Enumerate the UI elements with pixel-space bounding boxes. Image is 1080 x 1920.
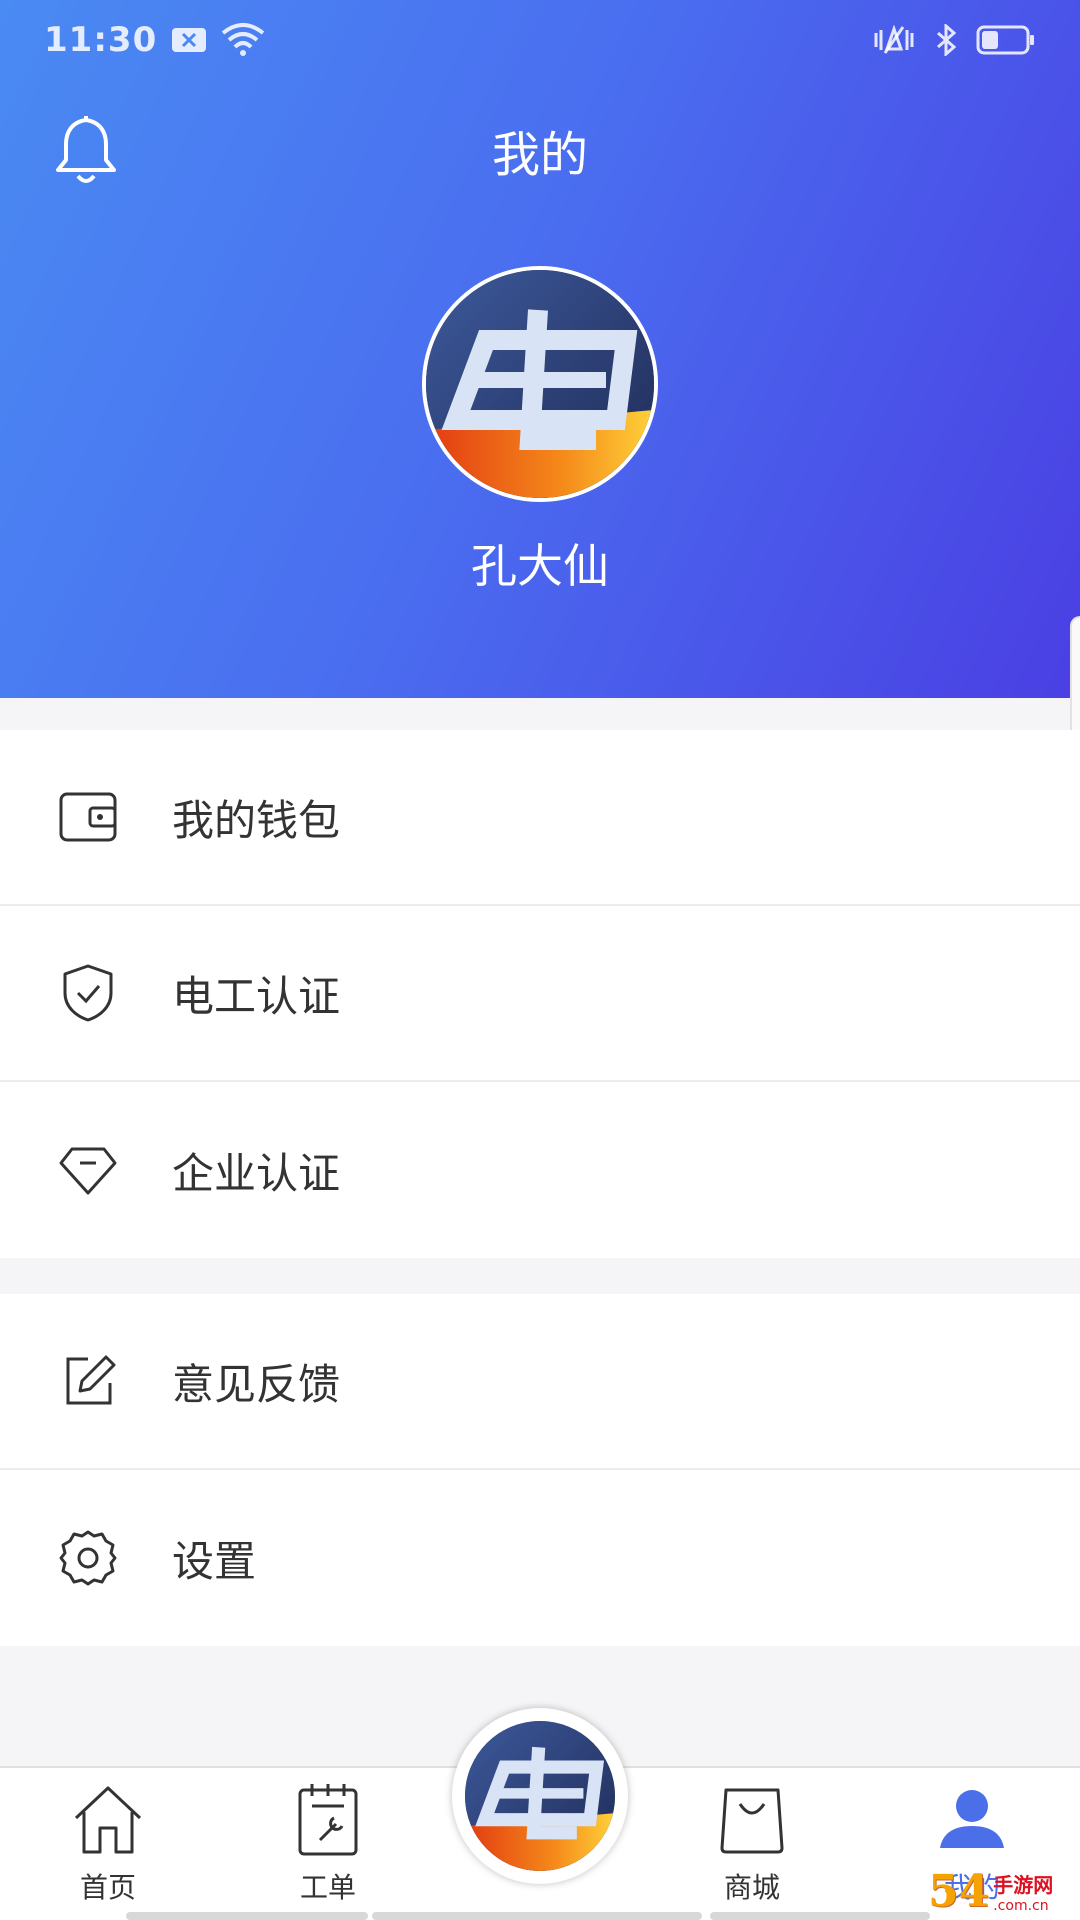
menu-label-settings: 设置 <box>172 1536 257 1586</box>
system-nav-indicator-left <box>126 1912 368 1920</box>
menu-label-wallet: 我的钱包 <box>172 795 341 845</box>
center-action-button[interactable] <box>452 1708 628 1884</box>
shopping-bag-icon <box>720 1788 784 1854</box>
vibrate-icon <box>874 25 914 54</box>
wifi-icon <box>221 23 265 56</box>
menu-label-electrician-cert: 电工认证 <box>172 971 341 1021</box>
home-icon <box>74 1786 142 1854</box>
bluetooth-icon <box>937 24 957 56</box>
watermark-url: .com.cn <box>993 1897 1049 1914</box>
page-title: 我的 <box>491 127 588 183</box>
watermark-number: 54 <box>928 1865 990 1917</box>
status-bar: 11:30 <box>0 0 1080 80</box>
edit-icon <box>58 1351 118 1411</box>
watermark-cn: 手游网 <box>993 1872 1054 1897</box>
avatar[interactable] <box>422 266 658 502</box>
battery-icon <box>976 25 1034 55</box>
menu-item-settings[interactable]: 设置 <box>0 1470 1080 1646</box>
wallet-icon <box>58 787 118 847</box>
diamond-icon <box>58 1140 118 1200</box>
menu-item-enterprise-cert[interactable]: 企业认证 <box>0 1082 1080 1258</box>
tab-home[interactable]: 首页 <box>28 1768 188 1920</box>
tab-label-mall: 商城 <box>723 1871 780 1904</box>
menu-item-feedback[interactable]: 意见反馈 <box>0 1294 1080 1470</box>
center-logo <box>465 1721 615 1871</box>
menu-group-account: 我的钱包 电工认证 企业认证 <box>0 730 1080 1258</box>
tab-label-home: 首页 <box>79 1871 136 1904</box>
menu-item-electrician-cert[interactable]: 电工认证 <box>0 906 1080 1082</box>
username: 孔大仙 <box>471 539 609 593</box>
tab-work-order[interactable]: 工单 <box>248 1768 408 1920</box>
status-time: 11:30 <box>44 20 158 60</box>
watermark-logo: 54 手游网 .com.cn <box>928 1862 1080 1920</box>
tab-mall[interactable]: 商城 <box>672 1768 832 1920</box>
shield-check-icon <box>58 963 118 1023</box>
work-order-icon <box>298 1784 358 1856</box>
menu-label-feedback: 意见反馈 <box>172 1359 341 1409</box>
menu-item-wallet[interactable]: 我的钱包 <box>0 730 1080 906</box>
user-icon <box>940 1790 1004 1848</box>
menu-label-enterprise-cert: 企业认证 <box>172 1148 341 1198</box>
gear-icon <box>58 1528 118 1588</box>
menu-group-other: 意见反馈 设置 <box>0 1294 1080 1646</box>
notification-close-icon <box>172 28 207 52</box>
profile-header: 11:30 我的 孔大仙 <box>0 0 1080 698</box>
app-logo-icon <box>426 270 654 498</box>
tab-label-work-order: 工单 <box>299 1871 356 1904</box>
system-nav-indicator-right <box>710 1912 930 1920</box>
app-logo-icon <box>465 1721 615 1871</box>
system-nav-indicator-center <box>372 1912 702 1920</box>
title-bar: 我的 <box>0 100 1080 200</box>
